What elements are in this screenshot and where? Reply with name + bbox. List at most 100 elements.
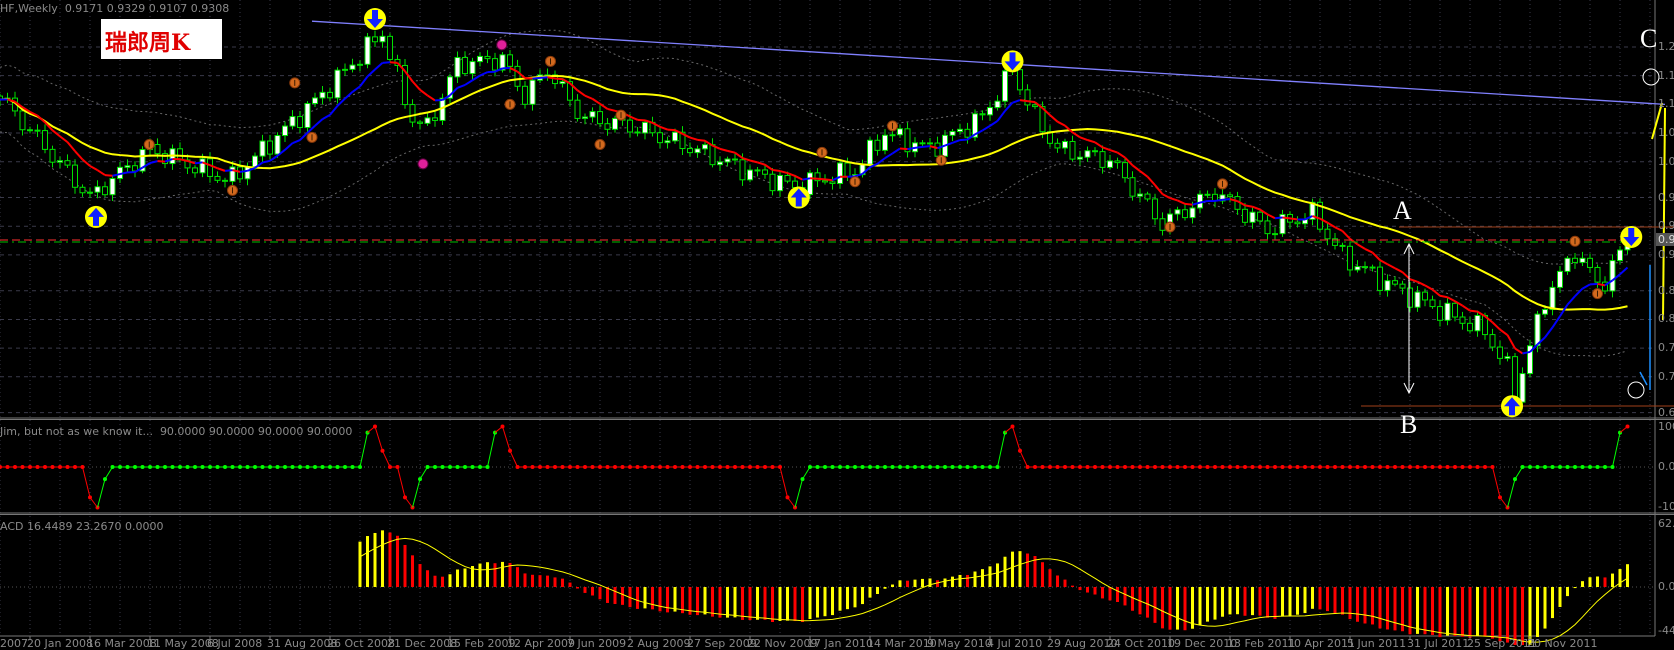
candle-body	[425, 118, 430, 123]
candle-body	[1430, 300, 1435, 307]
candle-body	[230, 167, 235, 181]
macd-bar	[1221, 587, 1224, 617]
macd-bar	[959, 575, 962, 587]
candle-body	[898, 129, 903, 135]
candle-body	[1183, 210, 1188, 218]
candle-body	[493, 59, 498, 70]
time-axis-label: 9 May 2010	[927, 637, 992, 650]
candle-body	[478, 56, 483, 61]
fractal-icon	[936, 155, 946, 165]
candle-body	[725, 159, 730, 162]
fast-ma-segment	[1335, 227, 1343, 231]
candle-body	[995, 101, 1000, 107]
fast-ma-segment	[38, 116, 46, 123]
macd-bar	[1559, 587, 1562, 607]
fast-ma-segment	[1110, 150, 1118, 153]
candle-body	[1550, 287, 1555, 309]
fast-ma-segment	[1425, 285, 1433, 289]
fractal-icon	[888, 121, 898, 131]
macd-indicator	[359, 530, 1630, 645]
fast-ma-segment	[1410, 279, 1418, 282]
fractal-icon	[1218, 179, 1228, 189]
candle-body	[643, 122, 648, 133]
fractal-icon	[307, 132, 317, 142]
candle-body	[320, 92, 325, 98]
fast-ma-segment	[1245, 205, 1253, 206]
time-axis-label: 5 Jun 2011	[1347, 637, 1406, 650]
fast-ma-segment	[585, 96, 593, 99]
fast-ma-segment	[540, 77, 548, 78]
candle-body	[1498, 347, 1503, 358]
candle-body	[1295, 222, 1300, 224]
fast-ma-segment	[1103, 147, 1111, 150]
candle-body	[1205, 194, 1210, 195]
envelope-upper	[0, 30, 1628, 264]
macd-bar	[1116, 587, 1119, 602]
chart-header: HF,Weekly 0.9171 0.9329 0.9107 0.9308	[0, 2, 229, 15]
chart-canvas[interactable]	[0, 0, 1674, 645]
fast-ma-segment	[758, 162, 766, 164]
jim-segment	[98, 479, 106, 507]
fast-ma-segment	[668, 130, 676, 131]
macd-bar	[381, 530, 384, 587]
macd-bar	[831, 587, 834, 615]
macd-bar	[1461, 587, 1464, 637]
candle-body	[658, 133, 663, 143]
fast-ma-segment	[105, 175, 113, 176]
jim-segment	[780, 467, 788, 497]
candle-body	[1370, 267, 1375, 268]
macd-bar	[1274, 587, 1277, 619]
macd-bar	[1476, 587, 1479, 636]
candle-body	[508, 55, 513, 67]
macd-bar	[906, 581, 909, 587]
macd-bar	[434, 576, 437, 587]
slow-ma-line	[0, 76, 1628, 310]
candle-body	[575, 100, 580, 118]
macd-bar	[854, 587, 857, 607]
title-box: 瑞郎周K	[101, 19, 222, 59]
candle-body	[343, 69, 348, 70]
fast-ma-segment	[1508, 335, 1516, 348]
macd-bar	[891, 585, 894, 587]
time-axis-label: 6 Jul 2008	[207, 637, 262, 650]
fast-ma-segment	[98, 170, 106, 175]
macd-bar	[1041, 562, 1044, 587]
fast-ma-segment	[773, 170, 781, 171]
fast-ma-segment	[240, 171, 248, 172]
candle-body	[530, 80, 535, 104]
fast-ma-segment	[548, 77, 556, 78]
candle-body	[965, 129, 970, 137]
candle-body	[470, 62, 475, 74]
candle-body	[305, 104, 310, 128]
macd-bar	[531, 575, 534, 587]
macd-bar	[1146, 587, 1149, 618]
price-axis-label: 1.12	[1658, 97, 1674, 110]
fast-ma-segment	[1223, 199, 1231, 200]
time-axis-label: 7 Jun 2009	[567, 637, 626, 650]
candle-body	[350, 65, 355, 69]
macd-bar	[584, 587, 587, 593]
arrow-down-icon	[1620, 226, 1642, 248]
jim-segment	[1013, 427, 1021, 451]
ind1-axis-mid: 0.00	[1658, 460, 1674, 473]
fast-ma-segment	[285, 143, 293, 150]
time-axis-label: 2 Aug 2009	[627, 637, 690, 650]
fractal-icon	[616, 110, 626, 120]
candle-body	[290, 117, 295, 127]
jim-segment	[795, 479, 803, 507]
ohlc-values: 0.9171 0.9329 0.9107 0.9308	[65, 2, 229, 15]
candle-body	[1490, 335, 1495, 347]
candle-body	[215, 176, 220, 180]
macd-bar	[1619, 569, 1622, 587]
macd-bar	[1094, 587, 1097, 595]
macd-bar	[696, 587, 699, 615]
fast-ma-segment	[353, 86, 361, 92]
fast-ma-segment	[330, 106, 338, 115]
macd-bar	[644, 587, 647, 608]
candle-body	[1070, 141, 1075, 159]
candle-body	[1003, 71, 1008, 101]
candle-body	[590, 112, 595, 117]
candle-body	[73, 165, 78, 187]
macd-bar	[1251, 587, 1254, 615]
macd-bar	[1311, 587, 1314, 609]
